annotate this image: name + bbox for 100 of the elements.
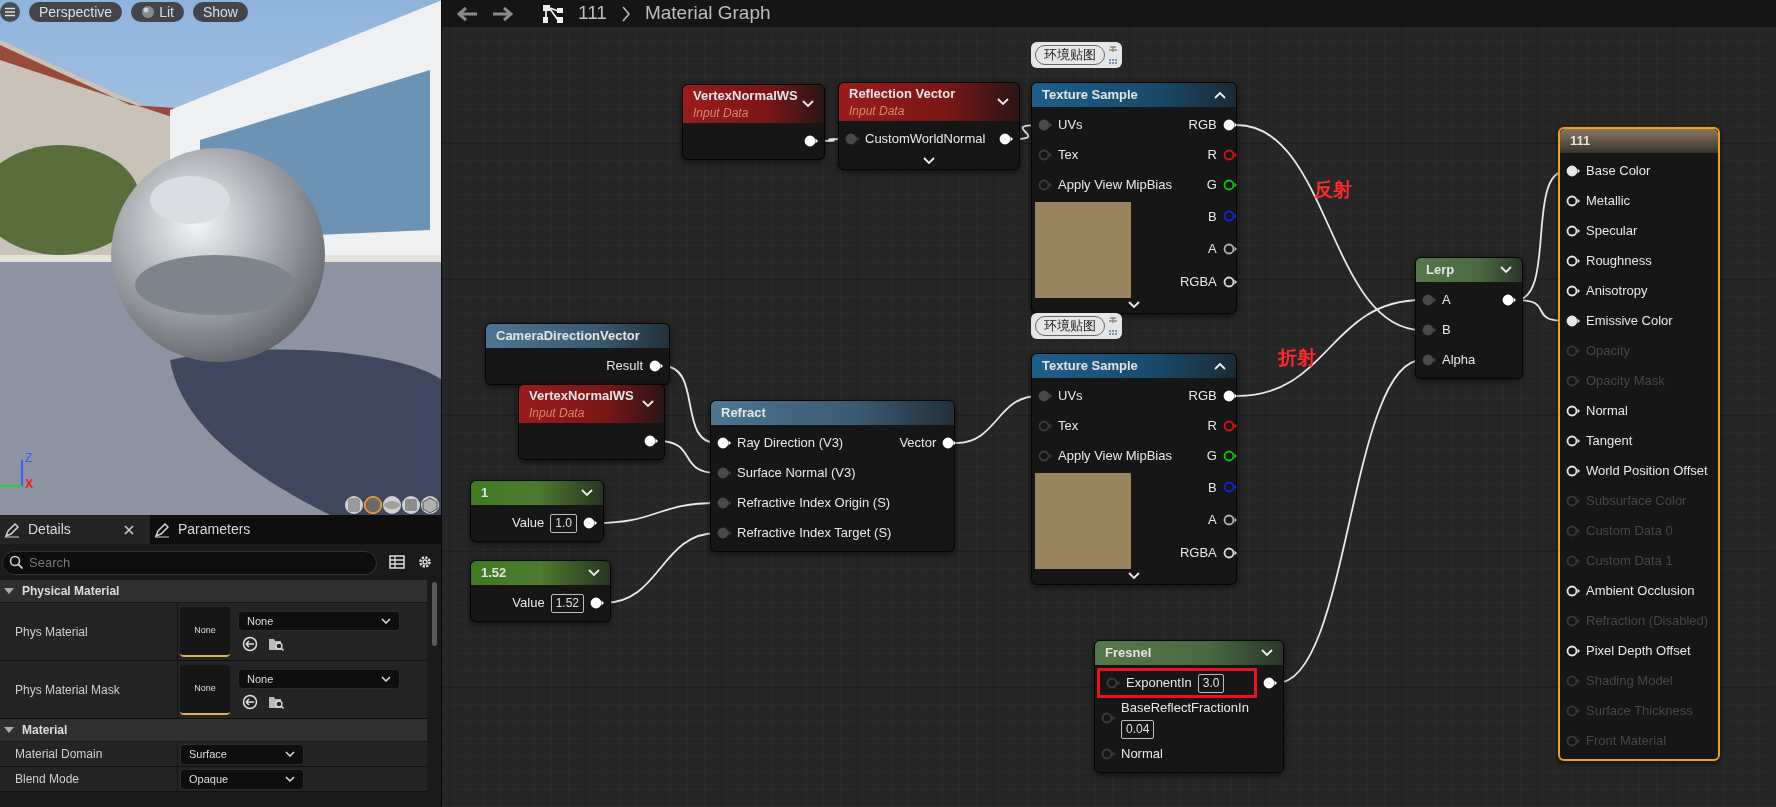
input-pin[interactable] <box>717 527 731 539</box>
viewport-button[interactable]: Lit <box>131 2 184 22</box>
chevron-down-icon[interactable] <box>1128 572 1140 580</box>
dropdown[interactable]: Opaque <box>180 768 304 790</box>
asset-thumbnail[interactable]: None <box>180 664 230 715</box>
output-pin[interactable] <box>1222 450 1237 462</box>
scrollbar-thumb[interactable] <box>431 582 437 646</box>
chevron-down-icon[interactable] <box>581 489 593 497</box>
search-field[interactable]: Search <box>2 550 377 575</box>
input-pin[interactable] <box>1038 149 1052 161</box>
menu-icon[interactable] <box>0 2 20 22</box>
input-pin[interactable] <box>1566 255 1580 267</box>
chevron-down-icon[interactable] <box>642 400 654 408</box>
input-pin[interactable] <box>1566 285 1580 297</box>
breadcrumb-item[interactable]: Material Graph <box>644 0 771 28</box>
breadcrumb-item[interactable]: 111 <box>578 0 607 28</box>
table-icon[interactable] <box>389 555 405 569</box>
value-field[interactable]: 1.52 <box>550 593 584 613</box>
pin-label: G <box>1206 176 1217 195</box>
pin-label: B <box>1442 321 1451 340</box>
value-field[interactable]: 3.0 <box>1197 673 1225 693</box>
chevron-down-icon[interactable] <box>1500 266 1512 274</box>
input-pin[interactable] <box>1566 405 1580 417</box>
output-pin[interactable] <box>1222 546 1237 559</box>
output-pin[interactable] <box>590 597 604 609</box>
plane-icon[interactable] <box>383 496 401 514</box>
output-pin[interactable] <box>583 517 597 529</box>
input-pin[interactable] <box>1038 450 1052 462</box>
input-pin[interactable] <box>1101 747 1115 760</box>
output-pin[interactable] <box>1222 514 1237 526</box>
chevron-up-icon[interactable] <box>1214 362 1226 370</box>
asset-dropdown[interactable]: None <box>238 669 400 689</box>
input-pin[interactable] <box>1566 465 1580 477</box>
chevron-down-icon[interactable] <box>923 157 935 165</box>
value-field[interactable]: 0.04 <box>1121 719 1155 739</box>
back-icon[interactable] <box>456 5 478 22</box>
browse-icon[interactable] <box>268 694 284 710</box>
chevron-down-icon[interactable] <box>802 100 814 108</box>
pin-icon[interactable] <box>1108 45 1118 65</box>
chevron-down-icon[interactable] <box>1128 301 1140 309</box>
input-pin[interactable] <box>845 133 859 145</box>
viewport-button[interactable]: Perspective <box>29 2 123 22</box>
node-title: Texture Sample <box>1042 357 1138 375</box>
input-pin[interactable] <box>1566 165 1580 177</box>
output-pin[interactable] <box>942 437 957 449</box>
output-pin[interactable] <box>1222 243 1237 255</box>
output-pin[interactable] <box>1222 275 1237 288</box>
input-pin[interactable] <box>1106 677 1120 689</box>
panel-tab[interactable]: Parameters <box>150 515 300 544</box>
asset-thumbnail[interactable]: None <box>180 606 230 657</box>
asset-dropdown[interactable]: None <box>238 611 400 631</box>
input-pin[interactable] <box>717 437 731 449</box>
input-pin[interactable] <box>1566 585 1580 597</box>
input-pin[interactable] <box>1566 645 1580 657</box>
reset-icon[interactable] <box>242 636 258 652</box>
cylinder-icon[interactable] <box>345 496 363 514</box>
output-pin[interactable] <box>804 135 818 147</box>
input-pin[interactable] <box>717 497 731 509</box>
chevron-up-icon[interactable] <box>1214 91 1226 99</box>
output-pin[interactable] <box>649 360 663 372</box>
settings-icon[interactable] <box>417 554 433 570</box>
close-icon[interactable] <box>124 524 134 535</box>
section-header[interactable]: Material <box>0 719 427 742</box>
output-pin[interactable] <box>999 133 1013 145</box>
reset-icon[interactable] <box>242 694 258 710</box>
pin-label: Value <box>512 594 545 613</box>
input-pin[interactable] <box>717 467 731 479</box>
input-pin[interactable] <box>1566 225 1580 237</box>
pin-icon[interactable] <box>1108 316 1118 336</box>
input-pin[interactable] <box>1101 712 1115 725</box>
input-pin[interactable] <box>1038 420 1052 432</box>
input-pin[interactable] <box>1422 294 1436 306</box>
section-header[interactable]: Physical Material <box>0 580 427 603</box>
input-pin[interactable] <box>1566 435 1580 447</box>
input-pin[interactable] <box>1038 390 1052 402</box>
value-field[interactable]: 1.0 <box>550 513 577 533</box>
input-pin[interactable] <box>1422 324 1436 336</box>
input-pin[interactable] <box>1038 179 1052 191</box>
chevron-down-icon[interactable] <box>1261 649 1273 657</box>
input-pin[interactable] <box>1422 354 1436 366</box>
pin-label: Emissive Color <box>1586 312 1673 331</box>
input-pin[interactable] <box>1566 315 1580 327</box>
output-pin[interactable] <box>1502 294 1516 306</box>
output-pin[interactable] <box>644 435 658 447</box>
viewport-button[interactable]: Show <box>192 2 248 22</box>
input-pin[interactable] <box>1038 119 1052 131</box>
cube-icon[interactable] <box>402 496 420 514</box>
panel-tab[interactable]: Details <box>0 515 150 544</box>
box-icon[interactable] <box>421 496 439 514</box>
output-pin[interactable] <box>1222 390 1237 402</box>
output-pin[interactable] <box>1222 119 1237 131</box>
sphere-icon[interactable] <box>364 496 382 514</box>
input-pin[interactable] <box>1566 195 1580 207</box>
output-pin[interactable] <box>1263 677 1277 689</box>
browse-icon[interactable] <box>268 636 284 652</box>
dropdown[interactable]: Surface <box>180 743 304 765</box>
chevron-down-icon[interactable] <box>997 98 1009 106</box>
forward-icon[interactable] <box>492 5 514 22</box>
output-pin[interactable] <box>1222 179 1237 191</box>
chevron-down-icon[interactable] <box>588 569 600 577</box>
